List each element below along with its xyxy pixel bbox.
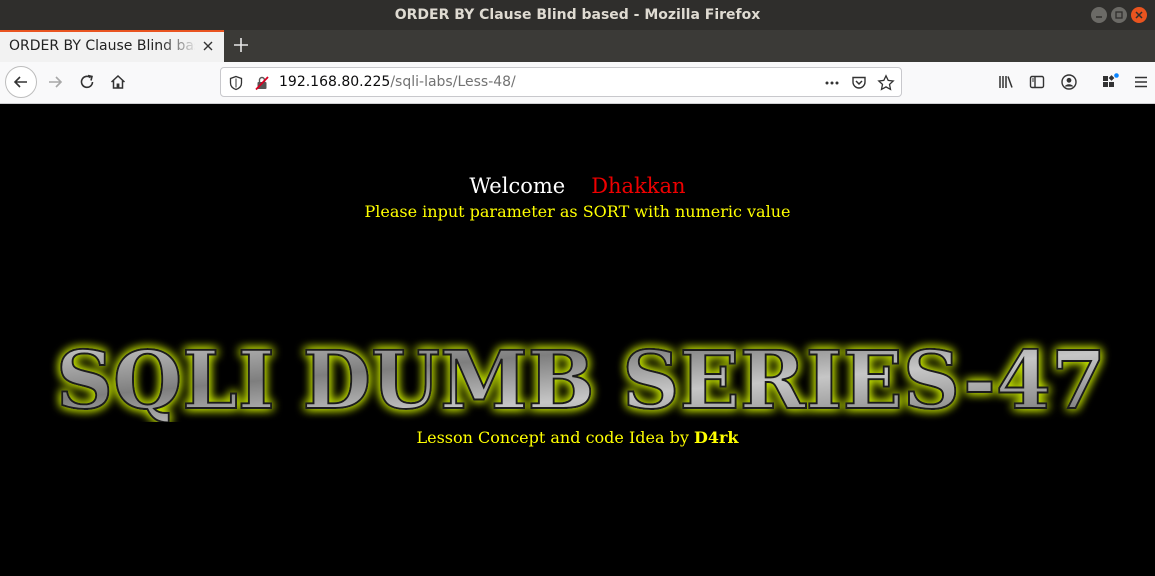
menu-icon[interactable] [1126,67,1155,97]
tab-close-icon[interactable] [200,38,216,54]
reload-icon[interactable] [72,67,102,97]
banner-text: SQLI DUMB SERIES-47 [56,333,1106,422]
url-path: /sqli-labs/Less-48/ [390,74,516,90]
lesson-credit-text: Lesson Concept and code Idea by [416,428,694,447]
minimize-icon[interactable] [1091,7,1107,23]
forward-icon[interactable] [40,67,70,97]
window-controls [1091,7,1147,23]
library-icon[interactable] [991,67,1021,97]
instruction-text: Please input parameter as SORT with nume… [364,202,791,221]
series-banner-image: SQLI DUMB SERIES-47 [55,332,1107,422]
new-tab-icon[interactable] [232,36,250,54]
page-content: Welcome Dhakkan Please input parameter as… [0,104,1155,576]
welcome-line: Welcome Dhakkan [0,174,1155,198]
url-host: 192.168.80.225 [279,74,391,90]
bookmark-star-icon[interactable] [877,74,895,92]
tab-label-fade [160,32,198,62]
more-actions-icon[interactable] [823,74,841,92]
navigation-toolbar: 192.168.80.225/sqli-labs/Less-48/ [0,62,1155,104]
extensions-icon[interactable] [1095,67,1125,97]
account-icon[interactable] [1054,67,1084,97]
window-titlebar: ORDER BY Clause Blind based - Mozilla Fi… [0,0,1155,30]
pocket-icon[interactable] [850,74,868,92]
home-icon[interactable] [103,67,133,97]
url-text: 192.168.80.225/sqli-labs/Less-48/ [279,74,516,90]
insecure-lock-icon[interactable] [253,74,271,92]
tab-active[interactable]: ORDER BY Clause Blind based [0,30,224,62]
back-icon[interactable] [5,66,37,98]
tab-strip: ORDER BY Clause Blind based [0,30,1155,62]
url-bar[interactable]: 192.168.80.225/sqli-labs/Less-48/ [220,67,902,97]
welcome-text: Welcome [469,174,566,198]
lesson-credit: Lesson Concept and code Idea by D4rk [0,428,1155,447]
author-name: D4rk [693,428,739,447]
maximize-icon[interactable] [1111,7,1127,23]
window-title: ORDER BY Clause Blind based - Mozilla Fi… [394,7,761,23]
sidebar-icon[interactable] [1022,67,1052,97]
shield-icon[interactable] [227,74,245,92]
user-name: Dhakkan [591,174,686,198]
close-icon[interactable] [1131,7,1147,23]
